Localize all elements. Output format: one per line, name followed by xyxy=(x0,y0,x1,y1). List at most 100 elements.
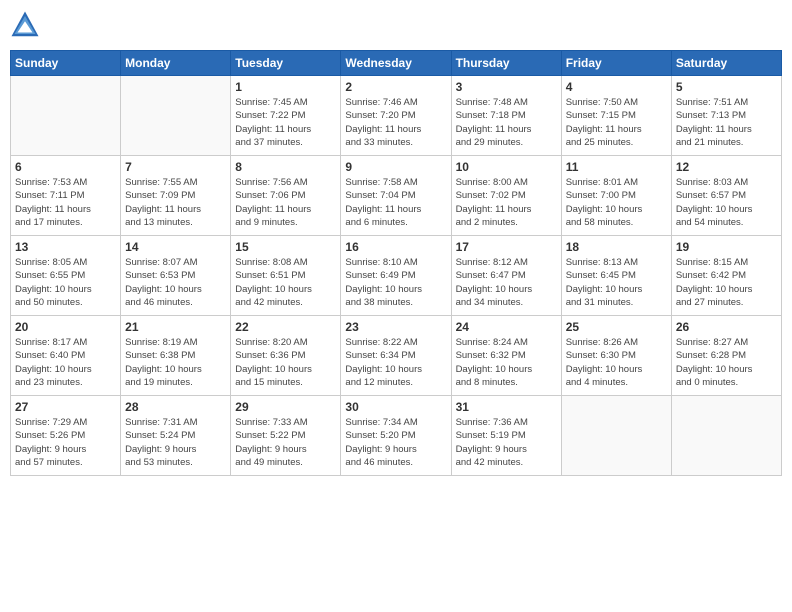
calendar-day: 5 Sunrise: 7:51 AM Sunset: 7:13 PM Daylig… xyxy=(671,76,781,156)
weekday-header: Wednesday xyxy=(341,51,451,76)
day-number: 17 xyxy=(456,240,557,254)
day-info: Sunrise: 7:56 AM Sunset: 7:06 PM Dayligh… xyxy=(235,176,336,229)
calendar-day: 29 Sunrise: 7:33 AM Sunset: 5:22 PM Dayli… xyxy=(231,396,341,476)
day-info: Sunrise: 8:05 AM Sunset: 6:55 PM Dayligh… xyxy=(15,256,116,309)
calendar-day: 13 Sunrise: 8:05 AM Sunset: 6:55 PM Dayli… xyxy=(11,236,121,316)
calendar-day xyxy=(11,76,121,156)
day-number: 6 xyxy=(15,160,116,174)
weekday-header: Tuesday xyxy=(231,51,341,76)
calendar-day: 21Sunrise: 8:19 AM Sunset: 6:38 PM Dayli… xyxy=(121,316,231,396)
calendar-day: 7 Sunrise: 7:55 AM Sunset: 7:09 PM Daylig… xyxy=(121,156,231,236)
day-info: Sunrise: 7:31 AM Sunset: 5:24 PM Dayligh… xyxy=(125,416,226,469)
day-info: Sunrise: 8:10 AM Sunset: 6:49 PM Dayligh… xyxy=(345,256,446,309)
weekday-header: Thursday xyxy=(451,51,561,76)
day-number: 20 xyxy=(15,320,116,334)
calendar-week-row: 27 Sunrise: 7:29 AM Sunset: 5:26 PM Dayli… xyxy=(11,396,782,476)
day-info: Sunrise: 7:45 AM Sunset: 7:22 PM Dayligh… xyxy=(235,96,336,149)
day-number: 3 xyxy=(456,80,557,94)
calendar-day: 11 Sunrise: 8:01 AM Sunset: 7:00 PM Dayli… xyxy=(561,156,671,236)
day-number: 2 xyxy=(345,80,446,94)
calendar-day xyxy=(121,76,231,156)
day-info: Sunrise: 8:01 AM Sunset: 7:00 PM Dayligh… xyxy=(566,176,667,229)
calendar-day xyxy=(561,396,671,476)
calendar-day: 4Sunrise: 7:50 AM Sunset: 7:15 PM Daylig… xyxy=(561,76,671,156)
day-number: 10 xyxy=(456,160,557,174)
day-number: 23 xyxy=(345,320,446,334)
day-number: 26 xyxy=(676,320,777,334)
day-number: 12 xyxy=(676,160,777,174)
weekday-header: Monday xyxy=(121,51,231,76)
calendar-week-row: 1Sunrise: 7:45 AM Sunset: 7:22 PM Daylig… xyxy=(11,76,782,156)
calendar-day: 3 Sunrise: 7:48 AM Sunset: 7:18 PM Daylig… xyxy=(451,76,561,156)
day-number: 13 xyxy=(15,240,116,254)
day-info: Sunrise: 8:08 AM Sunset: 6:51 PM Dayligh… xyxy=(235,256,336,309)
calendar-day: 31 Sunrise: 7:36 AM Sunset: 5:19 PM Dayli… xyxy=(451,396,561,476)
calendar-day: 24Sunrise: 8:24 AM Sunset: 6:32 PM Dayli… xyxy=(451,316,561,396)
day-info: Sunrise: 7:48 AM Sunset: 7:18 PM Dayligh… xyxy=(456,96,557,149)
day-number: 9 xyxy=(345,160,446,174)
calendar-day: 26 Sunrise: 8:27 AM Sunset: 6:28 PM Dayli… xyxy=(671,316,781,396)
day-info: Sunrise: 8:26 AM Sunset: 6:30 PM Dayligh… xyxy=(566,336,667,389)
day-info: Sunrise: 8:22 AM Sunset: 6:34 PM Dayligh… xyxy=(345,336,446,389)
day-info: Sunrise: 8:20 AM Sunset: 6:36 PM Dayligh… xyxy=(235,336,336,389)
calendar-day: 19Sunrise: 8:15 AM Sunset: 6:42 PM Dayli… xyxy=(671,236,781,316)
page-header xyxy=(10,10,782,40)
calendar-day: 20 Sunrise: 8:17 AM Sunset: 6:40 PM Dayli… xyxy=(11,316,121,396)
day-number: 30 xyxy=(345,400,446,414)
calendar-week-row: 13 Sunrise: 8:05 AM Sunset: 6:55 PM Dayli… xyxy=(11,236,782,316)
day-info: Sunrise: 7:36 AM Sunset: 5:19 PM Dayligh… xyxy=(456,416,557,469)
day-number: 7 xyxy=(125,160,226,174)
calendar-day: 18 Sunrise: 8:13 AM Sunset: 6:45 PM Dayli… xyxy=(561,236,671,316)
day-info: Sunrise: 7:51 AM Sunset: 7:13 PM Dayligh… xyxy=(676,96,777,149)
day-number: 14 xyxy=(125,240,226,254)
calendar-day: 12 Sunrise: 8:03 AM Sunset: 6:57 PM Dayli… xyxy=(671,156,781,236)
day-number: 31 xyxy=(456,400,557,414)
day-number: 25 xyxy=(566,320,667,334)
calendar-week-row: 20 Sunrise: 8:17 AM Sunset: 6:40 PM Dayli… xyxy=(11,316,782,396)
logo-icon xyxy=(10,10,40,40)
day-info: Sunrise: 8:03 AM Sunset: 6:57 PM Dayligh… xyxy=(676,176,777,229)
weekday-header: Sunday xyxy=(11,51,121,76)
day-number: 22 xyxy=(235,320,336,334)
calendar-day: 30 Sunrise: 7:34 AM Sunset: 5:20 PM Dayli… xyxy=(341,396,451,476)
day-number: 21 xyxy=(125,320,226,334)
day-number: 27 xyxy=(15,400,116,414)
calendar-day: 9 Sunrise: 7:58 AM Sunset: 7:04 PM Daylig… xyxy=(341,156,451,236)
calendar-day xyxy=(671,396,781,476)
day-number: 4 xyxy=(566,80,667,94)
day-info: Sunrise: 7:33 AM Sunset: 5:22 PM Dayligh… xyxy=(235,416,336,469)
calendar: SundayMondayTuesdayWednesdayThursdayFrid… xyxy=(10,50,782,476)
day-number: 5 xyxy=(676,80,777,94)
day-info: Sunrise: 8:00 AM Sunset: 7:02 PM Dayligh… xyxy=(456,176,557,229)
weekday-header: Saturday xyxy=(671,51,781,76)
calendar-day: 28 Sunrise: 7:31 AM Sunset: 5:24 PM Dayli… xyxy=(121,396,231,476)
calendar-day: 1Sunrise: 7:45 AM Sunset: 7:22 PM Daylig… xyxy=(231,76,341,156)
calendar-day: 14Sunrise: 8:07 AM Sunset: 6:53 PM Dayli… xyxy=(121,236,231,316)
day-number: 24 xyxy=(456,320,557,334)
weekday-header-row: SundayMondayTuesdayWednesdayThursdayFrid… xyxy=(11,51,782,76)
day-number: 8 xyxy=(235,160,336,174)
day-info: Sunrise: 8:12 AM Sunset: 6:47 PM Dayligh… xyxy=(456,256,557,309)
day-number: 11 xyxy=(566,160,667,174)
calendar-week-row: 6 Sunrise: 7:53 AM Sunset: 7:11 PM Daylig… xyxy=(11,156,782,236)
day-info: Sunrise: 7:53 AM Sunset: 7:11 PM Dayligh… xyxy=(15,176,116,229)
day-info: Sunrise: 7:58 AM Sunset: 7:04 PM Dayligh… xyxy=(345,176,446,229)
logo xyxy=(10,10,44,40)
day-info: Sunrise: 8:13 AM Sunset: 6:45 PM Dayligh… xyxy=(566,256,667,309)
calendar-day: 16 Sunrise: 8:10 AM Sunset: 6:49 PM Dayli… xyxy=(341,236,451,316)
day-number: 18 xyxy=(566,240,667,254)
day-info: Sunrise: 7:55 AM Sunset: 7:09 PM Dayligh… xyxy=(125,176,226,229)
day-number: 19 xyxy=(676,240,777,254)
calendar-day: 17 Sunrise: 8:12 AM Sunset: 6:47 PM Dayli… xyxy=(451,236,561,316)
calendar-day: 8 Sunrise: 7:56 AM Sunset: 7:06 PM Daylig… xyxy=(231,156,341,236)
day-info: Sunrise: 8:17 AM Sunset: 6:40 PM Dayligh… xyxy=(15,336,116,389)
day-number: 29 xyxy=(235,400,336,414)
day-number: 16 xyxy=(345,240,446,254)
day-info: Sunrise: 7:34 AM Sunset: 5:20 PM Dayligh… xyxy=(345,416,446,469)
day-number: 28 xyxy=(125,400,226,414)
day-info: Sunrise: 8:27 AM Sunset: 6:28 PM Dayligh… xyxy=(676,336,777,389)
weekday-header: Friday xyxy=(561,51,671,76)
day-info: Sunrise: 7:29 AM Sunset: 5:26 PM Dayligh… xyxy=(15,416,116,469)
day-number: 15 xyxy=(235,240,336,254)
calendar-day: 23 Sunrise: 8:22 AM Sunset: 6:34 PM Dayli… xyxy=(341,316,451,396)
